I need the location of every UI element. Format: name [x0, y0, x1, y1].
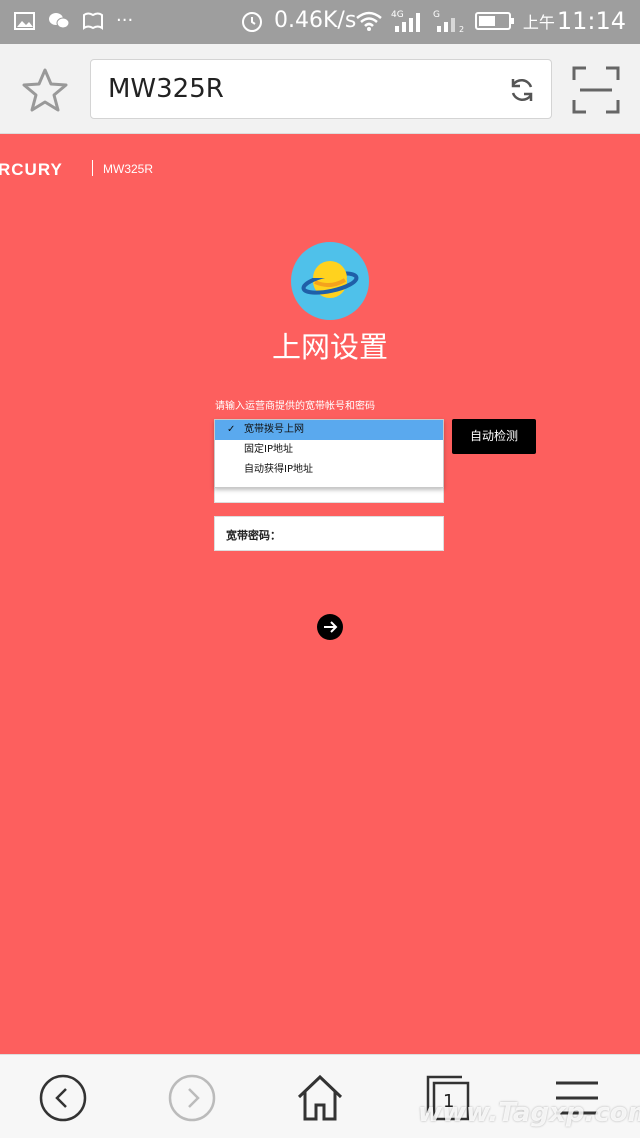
more-notifications-icon: ··· [116, 10, 134, 31]
signal-4g-label: 4G [391, 10, 404, 20]
address-bar[interactable]: MW325R [90, 59, 552, 119]
scan-icon[interactable] [572, 66, 620, 114]
password-label: 宽带密码： [226, 529, 281, 542]
next-button[interactable] [317, 614, 343, 640]
signal-g-label: G [433, 10, 440, 20]
signal-4g-icon: 4G [391, 10, 420, 32]
notification-icons: ··· [14, 10, 133, 31]
brand-logo-text: RCURY [0, 160, 63, 179]
back-icon[interactable] [38, 1073, 88, 1123]
dropdown-option-static-ip[interactable]: 固定IP地址 [215, 440, 443, 460]
wifi-icon [356, 11, 382, 31]
reader-icon [83, 12, 103, 30]
chat-icon [49, 12, 70, 28]
reload-icon[interactable] [507, 75, 537, 105]
auto-detect-button[interactable]: 自动检测 [452, 419, 536, 454]
watermark: www.Tagxp.com [418, 1098, 640, 1128]
page-title: 上网设置 [271, 330, 388, 364]
check-icon: ✓ [227, 424, 236, 435]
connection-type-dropdown[interactable]: ✓ 宽带拨号上网 固定IP地址 自动获得IP地址 [214, 419, 444, 488]
router-setup-page: RCURY MW325R 上网设置 请输入运营商提供的宽带帐号和密码 ✓ 宽带拨… [0, 134, 640, 1054]
signal-g-icon: G 2 [433, 10, 464, 34]
option-label: 固定IP地址 [244, 444, 293, 455]
password-field[interactable]: 宽带密码： [214, 516, 444, 551]
router-model: MW325R [103, 162, 154, 176]
alarm-icon [242, 12, 262, 32]
option-label: 自动获得IP地址 [244, 464, 313, 475]
instruction-text: 请输入运营商提供的宽带帐号和密码 [215, 401, 375, 412]
clock: 11:14 [556, 7, 626, 35]
status-bar: ··· 0.46K/s 4G G 2 上午 11:14 [0, 0, 640, 44]
network-speed: 0.46K/s [274, 8, 357, 33]
dropdown-option-dhcp[interactable]: 自动获得IP地址 [215, 460, 443, 480]
home-icon[interactable] [295, 1073, 345, 1123]
image-icon [14, 11, 35, 30]
arrow-right-icon [324, 621, 338, 633]
time-period: 上午 [522, 13, 555, 32]
option-label: 宽带拨号上网 [244, 424, 304, 435]
url-text[interactable]: MW325R [108, 74, 224, 104]
brand-divider [92, 160, 93, 176]
forward-icon[interactable] [167, 1073, 217, 1123]
internet-planet-icon [291, 242, 369, 320]
battery-icon [474, 12, 514, 30]
sim-slot-label: 2 [459, 25, 464, 34]
bookmark-star-icon[interactable] [20, 66, 70, 114]
browser-toolbar: MW325R [0, 44, 640, 134]
dropdown-option-pppoe[interactable]: ✓ 宽带拨号上网 [215, 420, 443, 440]
account-field[interactable] [214, 486, 444, 503]
